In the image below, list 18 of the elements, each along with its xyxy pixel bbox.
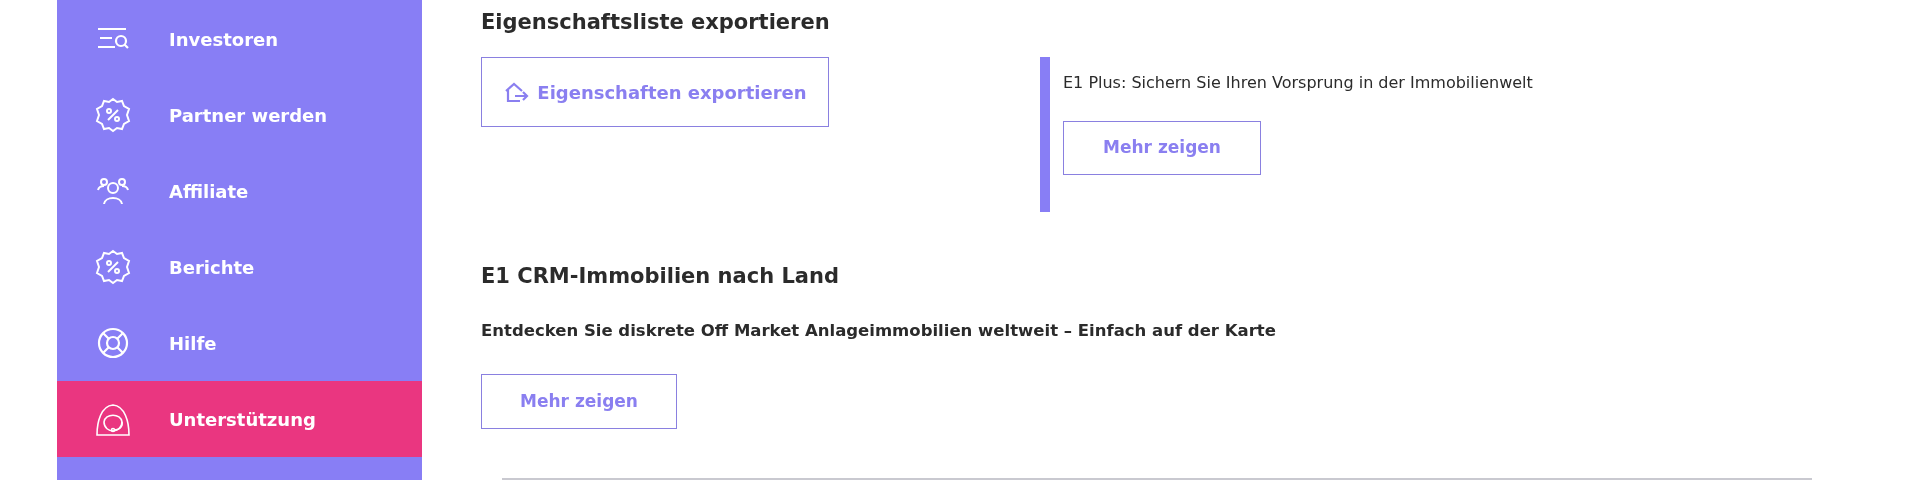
export-button[interactable]: Eigenschaften exportieren [481,57,829,127]
sidebar-item[interactable]: Affiliate [57,153,422,229]
house-arrow-icon [503,81,530,103]
sidebar-item[interactable]: Unterstützung [57,381,422,457]
percent-badge-icon [95,97,131,133]
section-title: Eigenschaftsliste exportieren [481,9,831,36]
lifebuoy-icon [97,327,129,359]
users-icon [96,177,130,205]
more-button[interactable]: Mehr zeigen [1063,121,1261,175]
sidebar-item[interactable]: Hilfe [57,305,422,381]
more-button[interactable]: Mehr zeigen [481,373,677,429]
percent-badge-icon [95,249,131,285]
sidebar-item[interactable]: Partner werden [57,77,422,153]
sidebar-item[interactable]: Berichte [57,229,422,305]
section-description: Entdecken Sie diskrete Off Market Anlageimmobilien weltweit – Einfach auf der Karte [481,320,1277,342]
promo-text: E1 Plus: Sichern Sie Ihren Vorsprung in der Immobilienwelt [1063,72,1533,94]
section-title: E1 CRM-Immobilien nach Land [481,263,840,290]
sidebar-item[interactable]: Investoren [57,1,422,77]
